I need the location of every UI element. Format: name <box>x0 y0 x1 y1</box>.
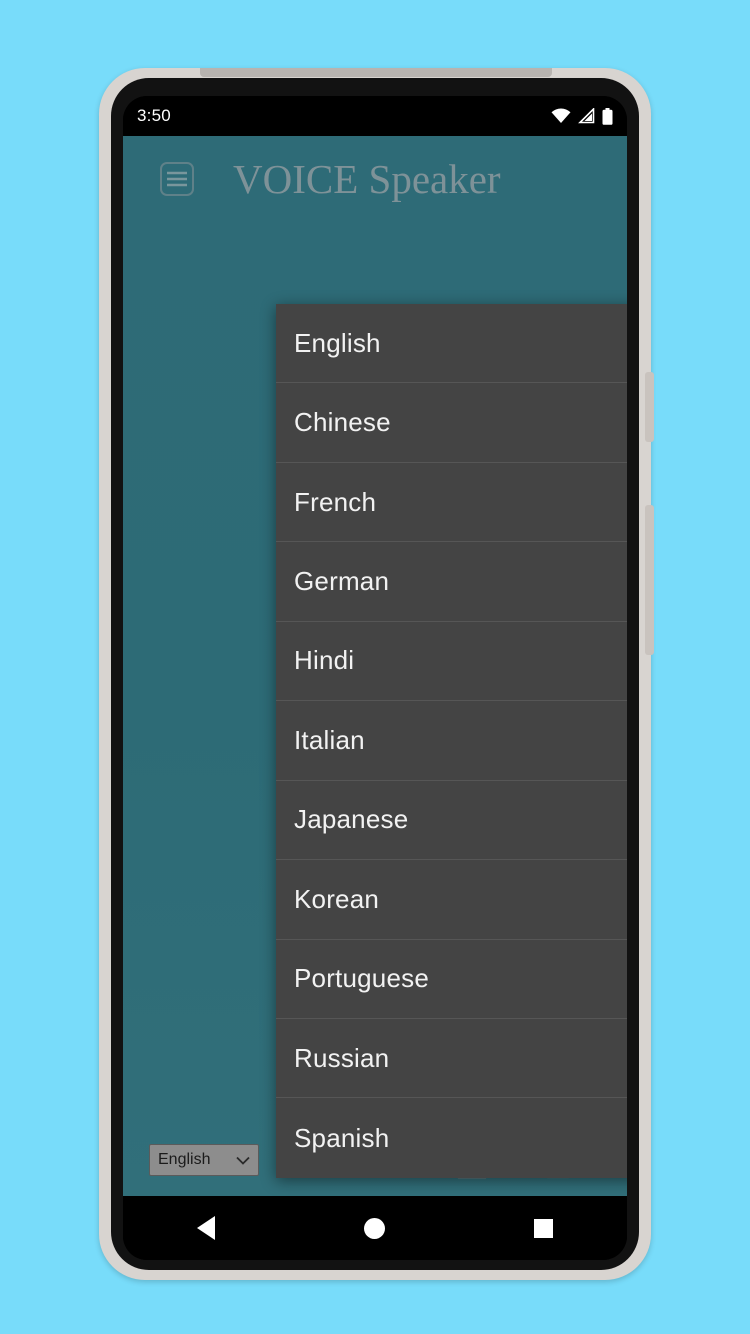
language-option-label: Korean <box>294 883 380 914</box>
language-option-label: English <box>294 327 381 358</box>
home-circle-icon[interactable] <box>363 1217 385 1239</box>
status-bar-time: 3:50 <box>137 106 171 125</box>
status-bar-icons <box>551 107 613 125</box>
language-selection-dialog: English Chinese French German Hindi Ital… <box>276 304 627 1178</box>
phone-screen: 3:50 VOICE Speaker English English Chine… <box>123 96 627 1260</box>
power-button[interactable] <box>645 372 654 442</box>
cellular-signal-icon <box>578 108 595 124</box>
language-option-label: Chinese <box>294 407 391 438</box>
battery-icon <box>602 107 613 125</box>
page-title: VOICE Speaker <box>233 156 501 202</box>
language-option-portuguese[interactable]: Portuguese <box>276 939 627 1019</box>
recents-square-icon[interactable] <box>533 1218 553 1238</box>
language-option-german[interactable]: German <box>276 542 627 622</box>
volume-button[interactable] <box>645 505 654 655</box>
android-navigation-bar <box>123 1196 627 1260</box>
language-option-english[interactable]: English <box>276 304 627 384</box>
language-option-japanese[interactable]: Japanese <box>276 780 627 861</box>
language-dropdown[interactable]: English <box>149 1144 259 1176</box>
language-option-italian[interactable]: Italian <box>276 701 627 781</box>
back-triangle-icon[interactable] <box>197 1216 216 1240</box>
language-option-label: Italian <box>294 724 365 755</box>
hamburger-menu-icon[interactable] <box>159 161 195 197</box>
language-option-label: Portuguese <box>294 963 429 994</box>
language-option-label: French <box>294 486 377 517</box>
language-option-label: Spanish <box>294 1122 390 1153</box>
language-option-label: Russian <box>294 1042 390 1073</box>
language-dropdown-value: English <box>158 1151 211 1168</box>
chevron-down-icon <box>236 1156 250 1165</box>
phone-earpiece-strip <box>200 68 552 77</box>
language-option-spanish[interactable]: Spanish <box>276 1098 627 1178</box>
language-option-label: German <box>294 566 390 597</box>
language-option-chinese[interactable]: Chinese <box>276 383 627 463</box>
language-option-korean[interactable]: Korean <box>276 860 627 940</box>
language-option-label: Hindi <box>294 645 355 676</box>
wifi-icon <box>551 108 571 123</box>
language-option-french[interactable]: French <box>276 462 627 543</box>
app-header: VOICE Speaker <box>123 136 627 222</box>
language-option-label: Japanese <box>294 804 409 835</box>
language-option-russian[interactable]: Russian <box>276 1018 627 1099</box>
language-option-hindi[interactable]: Hindi <box>276 621 627 702</box>
status-bar: 3:50 <box>123 96 627 136</box>
